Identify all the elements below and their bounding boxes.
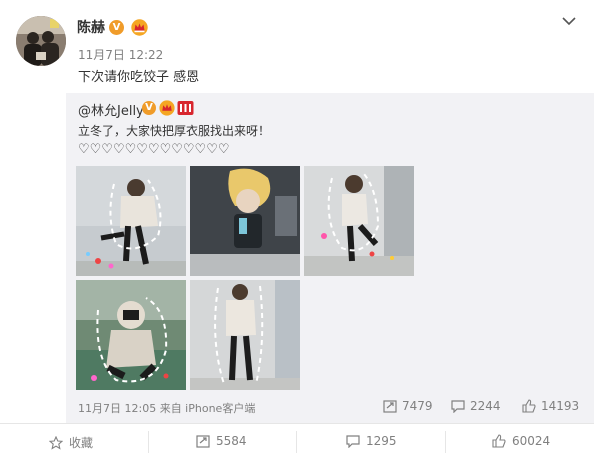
repost-verified-badge: V (142, 101, 156, 115)
repost-author-name[interactable]: @林允Jelly (78, 104, 144, 119)
favorite-label: 收藏 (69, 436, 94, 450)
comment-icon (346, 435, 360, 449)
author-name[interactable]: 陈赫 (77, 17, 105, 37)
favorite-button[interactable]: 收藏 (48, 434, 94, 451)
repost-text: 立冬了，大家快把厚衣服找出来呀！ (78, 124, 271, 138)
photo-4[interactable] (76, 280, 186, 390)
crown-icon (131, 19, 148, 36)
comment-count: 1295 (366, 434, 397, 448)
repost-meta[interactable]: 11月7日 12:05 来自 iPhone客户端 (78, 400, 255, 416)
photo-2[interactable] (190, 166, 300, 276)
repost-author[interactable]: @林允Jelly (78, 100, 144, 119)
repost-icon (383, 400, 397, 413)
post-time[interactable]: 11月7日 12:22 (78, 46, 163, 63)
photo-1-image (76, 166, 186, 276)
photo-5[interactable] (190, 280, 300, 390)
repost-like-button[interactable]: 14193 (522, 399, 579, 413)
crown-icon (159, 100, 175, 116)
repost-like-count: 14193 (541, 399, 580, 413)
like-icon (492, 434, 506, 448)
photo-3[interactable] (304, 166, 414, 276)
divider (445, 431, 446, 453)
repost-repost-button[interactable]: 7479 (383, 399, 433, 413)
photo-4-image (76, 280, 186, 390)
comment-button[interactable]: 1295 (346, 434, 397, 449)
repost-comment-count: 2244 (470, 399, 501, 413)
like-icon (522, 399, 536, 413)
post-text: 下次请你吃饺子 感恩 (78, 70, 200, 85)
photo-1[interactable] (76, 166, 186, 276)
repost-icon (196, 435, 210, 448)
repost-count: 5584 (216, 434, 247, 448)
repost-comment-button[interactable]: 2244 (451, 399, 501, 414)
photo-5-image (190, 280, 300, 390)
comment-icon (451, 400, 465, 414)
like-button[interactable]: 60024 (492, 434, 550, 448)
chevron-down-icon[interactable] (560, 14, 578, 28)
verified-badge: V (109, 20, 124, 35)
avatar[interactable] (16, 16, 66, 66)
divider (148, 431, 149, 453)
avatar-image (16, 16, 66, 66)
hearts-emoji-row: ♡♡♡♡♡♡♡♡♡♡♡♡♡ (78, 142, 230, 157)
star-icon (48, 435, 64, 450)
repost-repost-count: 7479 (402, 399, 433, 413)
repost-button[interactable]: 5584 (196, 434, 247, 448)
divider (296, 431, 297, 453)
like-count: 60024 (512, 434, 551, 448)
member-icon (177, 101, 194, 115)
photo-3-image (304, 166, 414, 276)
photo-2-image (190, 166, 300, 276)
